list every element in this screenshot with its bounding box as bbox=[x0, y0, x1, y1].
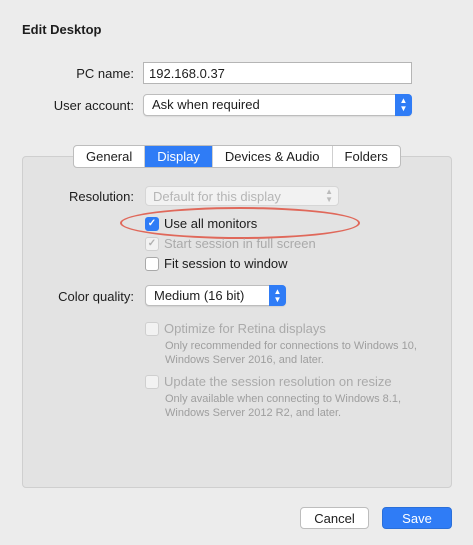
retina-label: Optimize for Retina displays bbox=[164, 321, 326, 336]
chevron-updown-icon: ▲ ▼ bbox=[395, 94, 412, 116]
user-account-label: User account: bbox=[53, 98, 134, 113]
chevron-updown-icon: ▲ ▼ bbox=[325, 187, 333, 204]
full-screen-row: ✓ Start session in full screen bbox=[145, 236, 316, 251]
fit-session-label: Fit session to window bbox=[164, 256, 288, 271]
tab-general[interactable]: General bbox=[74, 146, 146, 167]
tab-devices-audio[interactable]: Devices & Audio bbox=[213, 146, 333, 167]
update-resolution-checkbox bbox=[145, 374, 159, 389]
window-title: Edit Desktop bbox=[22, 22, 102, 37]
save-button[interactable]: Save bbox=[382, 507, 452, 529]
color-quality-value: Medium (16 bit) bbox=[154, 288, 245, 303]
full-screen-checkbox: ✓ bbox=[145, 236, 159, 251]
color-quality-label: Color quality: bbox=[58, 289, 134, 304]
fit-session-checkbox[interactable] bbox=[145, 256, 159, 271]
resolution-value: Default for this display bbox=[153, 189, 281, 204]
fit-session-row[interactable]: Fit session to window bbox=[145, 256, 288, 271]
resolution-label: Resolution: bbox=[68, 189, 134, 204]
retina-row: Optimize for Retina displays bbox=[145, 321, 326, 336]
retina-note: Only recommended for connections to Wind… bbox=[165, 340, 417, 366]
update-resolution-row: Update the session resolution on resize bbox=[145, 374, 392, 389]
resolution-select[interactable]: Default for this display ▲ ▼ bbox=[145, 186, 339, 206]
use-all-monitors-row[interactable]: ✓ Use all monitors bbox=[145, 216, 257, 231]
pc-name-field[interactable] bbox=[143, 62, 412, 84]
retina-checkbox bbox=[145, 321, 159, 336]
update-resolution-note: Only available when connecting to Window… bbox=[165, 393, 402, 419]
tab-folders[interactable]: Folders bbox=[333, 146, 400, 167]
tab-bar: General Display Devices & Audio Folders bbox=[73, 145, 401, 168]
use-all-monitors-label: Use all monitors bbox=[164, 216, 258, 231]
pc-name-label: PC name: bbox=[76, 66, 134, 81]
full-screen-label: Start session in full screen bbox=[164, 236, 316, 251]
color-quality-select[interactable]: Medium (16 bit) ▲ ▼ bbox=[145, 285, 286, 306]
chevron-updown-icon: ▲ ▼ bbox=[269, 285, 286, 306]
user-account-value: Ask when required bbox=[152, 97, 260, 112]
use-all-monitors-checkbox[interactable]: ✓ bbox=[145, 216, 159, 231]
update-resolution-label: Update the session resolution on resize bbox=[164, 374, 392, 389]
user-account-select[interactable]: Ask when required ▲ ▼ bbox=[143, 94, 412, 116]
tab-display[interactable]: Display bbox=[145, 146, 213, 167]
cancel-button[interactable]: Cancel bbox=[300, 507, 369, 529]
